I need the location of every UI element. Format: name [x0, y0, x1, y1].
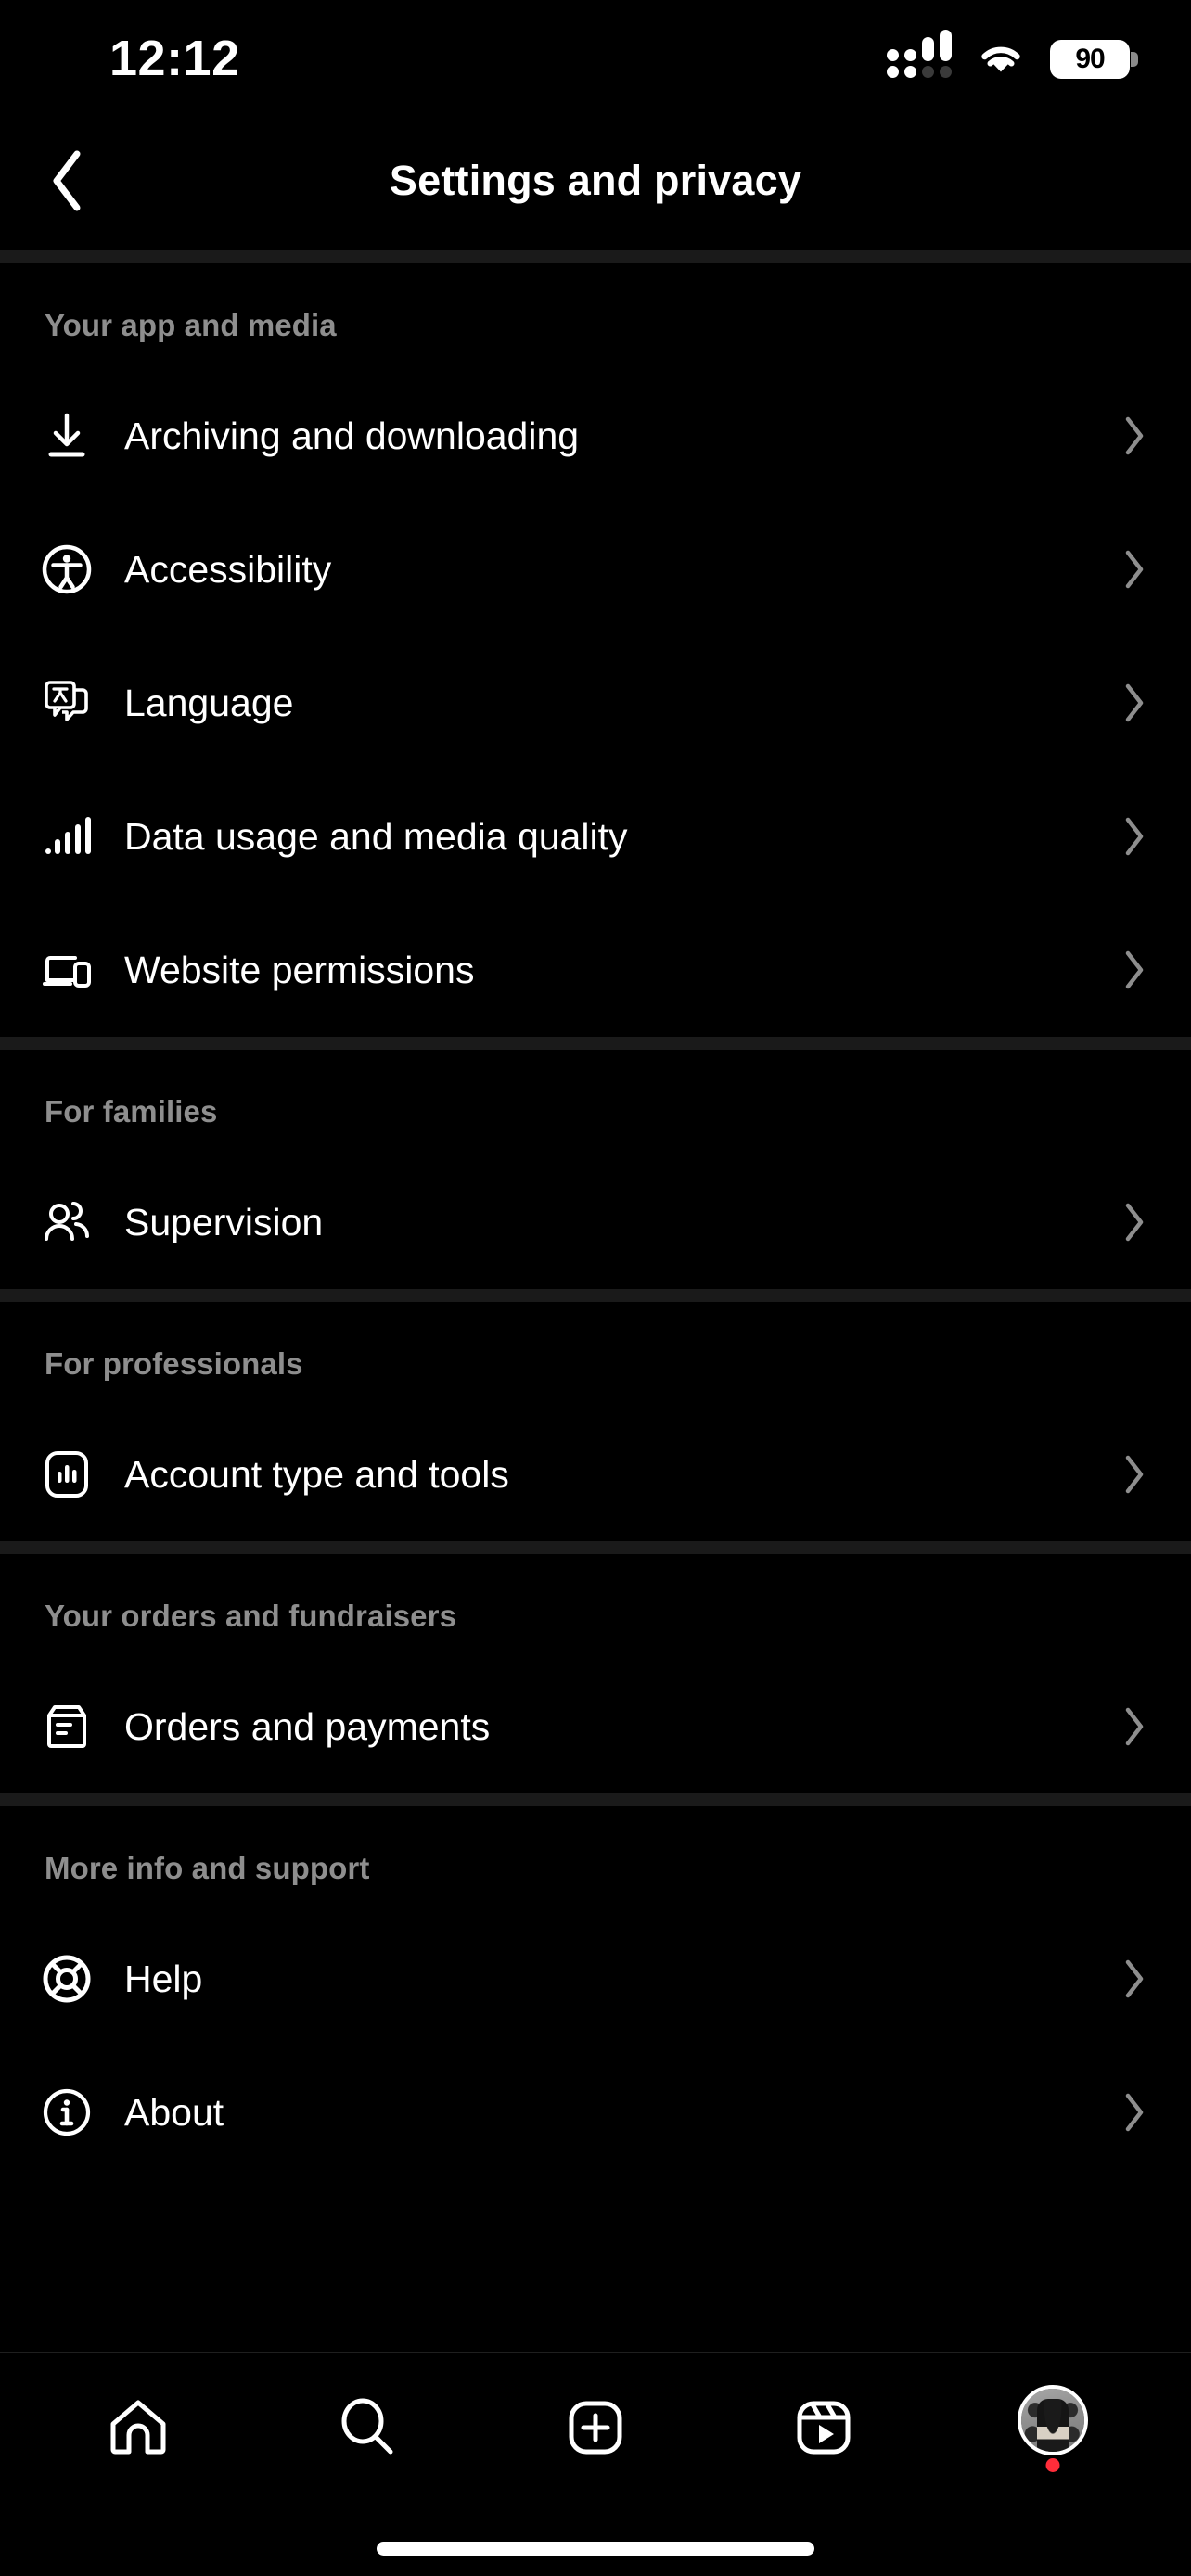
phone-screen: 12:12 90 Settings and privacy Your app a… — [0, 0, 1191, 2576]
section-title: Your orders and fundraisers — [45, 1599, 457, 1633]
section-your-orders-and-fundraisers: Your orders and fundraisers Orders and p… — [0, 1554, 1191, 1793]
battery-icon: 90 — [1050, 40, 1138, 79]
translate-icon — [37, 673, 96, 733]
list-item-accessibility[interactable]: Accessibility — [0, 503, 1191, 636]
home-indicator — [377, 2542, 814, 2556]
list-item-account-type-and-tools[interactable]: Account type and tools — [0, 1408, 1191, 1541]
section-divider — [0, 1289, 1191, 1302]
home-icon — [110, 2400, 166, 2455]
plus-square-icon — [569, 2401, 622, 2455]
section-title: More info and support — [45, 1851, 370, 1885]
cellular-signal-icon — [887, 30, 952, 78]
people-icon — [37, 1192, 96, 1252]
back-button[interactable] — [28, 141, 108, 221]
accessibility-icon — [37, 540, 96, 599]
list-item-orders-and-payments[interactable]: Orders and payments — [0, 1660, 1191, 1793]
list-item-website-permissions[interactable]: Website permissions — [0, 903, 1191, 1037]
status-time: 12:12 — [109, 31, 240, 86]
settings-list[interactable]: Your app and media Archiving and downloa… — [0, 250, 1191, 2352]
battery-level: 90 — [1075, 44, 1105, 74]
chevron-right-icon — [1119, 1196, 1150, 1248]
status-bar: 12:12 90 — [0, 0, 1191, 111]
chevron-right-icon — [1119, 1448, 1150, 1500]
section-divider — [0, 1037, 1191, 1050]
section-divider — [0, 1541, 1191, 1554]
page-title: Settings and privacy — [389, 157, 802, 204]
chevron-right-icon — [1119, 944, 1150, 996]
chevron-right-icon — [1119, 810, 1150, 862]
tab-create[interactable] — [535, 2372, 656, 2483]
section-for-families: For families Supervision — [0, 1050, 1191, 1289]
section-your-app-and-media: Your app and media Archiving and downloa… — [0, 263, 1191, 1037]
list-item-label: Archiving and downloading — [124, 414, 580, 457]
wifi-icon — [976, 41, 1026, 78]
list-item-data-usage-and-media-quality[interactable]: Data usage and media quality — [0, 770, 1191, 903]
chevron-right-icon — [1119, 677, 1150, 729]
back-chevron-icon — [53, 150, 81, 211]
tab-search[interactable] — [307, 2372, 428, 2483]
list-item-label: Language — [124, 681, 294, 724]
notification-dot — [1045, 2458, 1060, 2472]
list-item-label: Help — [124, 1957, 203, 2000]
section-title: Your app and media — [45, 308, 337, 342]
insights-icon — [37, 1445, 96, 1504]
list-item-supervision[interactable]: Supervision — [0, 1155, 1191, 1289]
page-header: Settings and privacy — [0, 111, 1191, 250]
chevron-right-icon — [1119, 1701, 1150, 1753]
section-divider — [0, 1793, 1191, 1806]
chevron-right-icon — [1119, 410, 1150, 462]
list-item-archiving-and-downloading[interactable]: Archiving and downloading — [0, 369, 1191, 503]
list-item-label: Supervision — [124, 1200, 324, 1243]
chevron-right-icon — [1119, 1953, 1150, 2005]
status-indicators: 90 — [887, 30, 1138, 79]
tab-home[interactable] — [78, 2372, 198, 2483]
devices-icon — [37, 940, 96, 1000]
life-ring-icon — [37, 1949, 96, 2009]
list-item-help[interactable]: Help — [0, 1912, 1191, 2046]
section-title: For professionals — [45, 1346, 303, 1381]
chevron-right-icon — [1119, 2086, 1150, 2138]
profile-avatar-icon — [1017, 2385, 1088, 2455]
list-item-label: Accessibility — [124, 547, 332, 591]
list-item-label: Orders and payments — [124, 1704, 491, 1748]
list-item-label: Website permissions — [124, 948, 475, 991]
list-item-label: Data usage and media quality — [124, 814, 628, 858]
info-circle-icon — [37, 2083, 96, 2142]
section-for-professionals: For professionals Account type and tools — [0, 1302, 1191, 1541]
list-item-language[interactable]: Language — [0, 636, 1191, 770]
signal-bars-icon — [37, 807, 96, 866]
section-more-info-and-support: More info and support Help About — [0, 1806, 1191, 2179]
list-item-about[interactable]: About — [0, 2046, 1191, 2179]
download-icon — [37, 406, 96, 465]
list-item-label: Account type and tools — [124, 1452, 509, 1496]
bottom-tab-bar — [0, 2352, 1191, 2576]
chevron-right-icon — [1119, 543, 1150, 595]
list-item-label: About — [124, 2090, 224, 2134]
receipt-icon — [37, 1697, 96, 1756]
section-divider — [0, 250, 1191, 263]
reels-icon — [797, 2401, 851, 2455]
search-icon — [341, 2398, 393, 2455]
tab-reels[interactable] — [763, 2372, 884, 2483]
tab-profile[interactable] — [992, 2372, 1113, 2483]
section-title: For families — [45, 1094, 218, 1129]
